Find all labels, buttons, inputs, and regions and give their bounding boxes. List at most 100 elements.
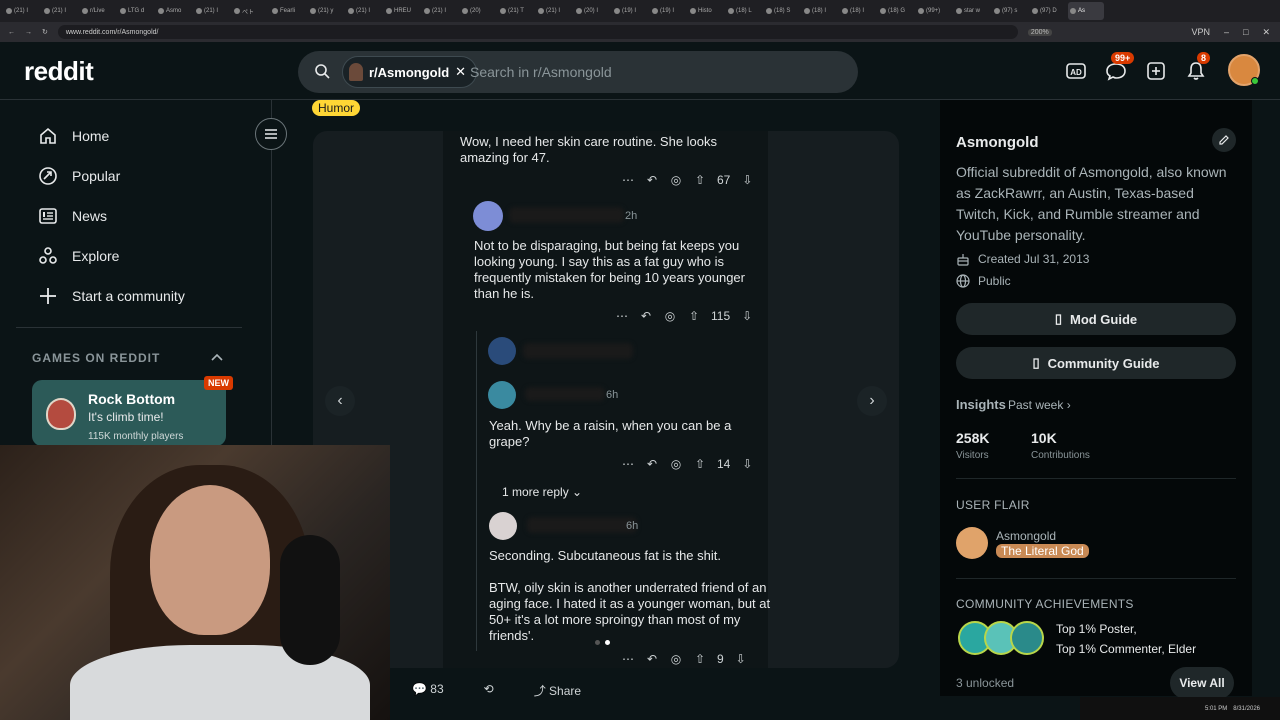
browser-tab[interactable]: ペト — [232, 2, 268, 20]
comments-button[interactable]: 💬 83 — [412, 682, 444, 699]
browser-tab[interactable]: Histo — [688, 2, 724, 20]
browser-tab[interactable]: (19) I — [612, 2, 648, 20]
nav-item-popular[interactable]: Popular — [38, 166, 120, 186]
close-icon[interactable]: ✕ — [455, 64, 466, 80]
search-input[interactable]: Search in r/Asmongold — [470, 64, 612, 80]
nav-item-start-community[interactable]: Start a community — [38, 286, 185, 306]
browser-tab[interactable]: (97) D — [1030, 2, 1066, 20]
achievement-badge[interactable] — [1010, 621, 1044, 655]
upvote-icon[interactable]: ⇧ — [693, 173, 707, 187]
webcam-face — [150, 485, 270, 635]
tab-favicon — [82, 8, 88, 14]
url-field[interactable]: www.reddit.com/r/Asmongold/ — [57, 25, 1018, 39]
award-icon[interactable]: ◎ — [669, 457, 683, 471]
browser-tab[interactable]: (21) I — [4, 2, 40, 20]
notification-bell-icon[interactable]: 8 — [1183, 52, 1211, 84]
subreddit-search-chip[interactable]: r/Asmongold ✕ — [342, 56, 478, 88]
post-flair[interactable]: Humor — [312, 100, 361, 116]
chat-icon[interactable]: 99+ — [1103, 52, 1135, 84]
browser-tab[interactable]: (18) I — [802, 2, 838, 20]
browser-tab[interactable]: (21) I — [422, 2, 458, 20]
more-replies-link[interactable]: 1 more reply ⌄ — [502, 484, 582, 500]
nav-item-home[interactable]: Home — [38, 126, 109, 146]
browser-tab[interactable]: (21) y — [308, 2, 344, 20]
nav-item-explore[interactable]: Explore — [38, 246, 119, 266]
user-flair-tag[interactable]: The Literal God — [996, 544, 1089, 558]
game-card[interactable]: Rock Bottom It's climb time! 115K monthl… — [32, 376, 233, 446]
browser-tab[interactable]: star w — [954, 2, 990, 20]
reply-icon[interactable]: ↶ — [639, 309, 653, 323]
edit-icon[interactable] — [1212, 128, 1236, 152]
award-icon[interactable]: ◎ — [663, 309, 677, 323]
browser-tab[interactable]: (18) L — [726, 2, 762, 20]
search-bar[interactable]: r/Asmongold ✕ Search in r/Asmongold — [298, 51, 858, 93]
browser-tab[interactable]: r/Live — [80, 2, 116, 20]
upvote-icon[interactable]: ⇧ — [693, 457, 707, 471]
browser-tab[interactable]: (20) I — [574, 2, 610, 20]
zoom-indicator[interactable]: 200% — [1027, 28, 1052, 36]
vpn-indicator[interactable]: VPN — [1191, 27, 1210, 38]
browser-tab[interactable]: LTG d — [118, 2, 154, 20]
reply-icon[interactable]: ↶ — [645, 457, 659, 471]
page-dot-active[interactable] — [605, 640, 610, 645]
browser-tab[interactable]: As — [1068, 2, 1104, 20]
more-icon[interactable]: ⋯ — [621, 652, 635, 666]
downvote-icon[interactable]: ⇩ — [740, 309, 754, 323]
games-section-title[interactable]: GAMES ON REDDIT — [32, 351, 160, 365]
reply-icon[interactable]: ↶ — [645, 173, 659, 187]
browser-tab[interactable]: (18) I — [840, 2, 876, 20]
collapse-sidebar-button[interactable] — [255, 118, 287, 150]
insights-period-link[interactable]: Past week › — [1008, 398, 1071, 412]
thread-line — [476, 331, 477, 651]
achievements-unlocked: 3 unlocked — [956, 676, 1015, 690]
more-icon[interactable]: ⋯ — [621, 173, 635, 187]
downvote-icon[interactable]: ⇩ — [740, 457, 754, 471]
comment-text: Seconding. Subcutaneous fat is the shit.… — [489, 548, 771, 643]
more-icon[interactable]: ⋯ — [621, 457, 635, 471]
browser-tab[interactable]: (21) I — [346, 2, 382, 20]
browser-tab[interactable]: (21) I — [194, 2, 230, 20]
browser-tab[interactable]: Asmo — [156, 2, 192, 20]
user-avatar[interactable] — [1228, 54, 1260, 86]
browser-tab[interactable]: (21) I — [536, 2, 572, 20]
back-icon[interactable]: ← — [8, 29, 15, 36]
community-guide-button[interactable]: ▯ Community Guide — [956, 347, 1236, 379]
chevron-up-icon[interactable] — [210, 350, 224, 364]
award-icon[interactable]: ◎ — [669, 652, 683, 666]
minimize-icon[interactable]: – — [1224, 27, 1229, 38]
downvote-icon[interactable]: ⇩ — [740, 173, 754, 187]
downvote-icon[interactable]: ⇩ — [734, 652, 748, 666]
share-button[interactable]: ⤴ Share — [534, 682, 581, 699]
divider — [956, 478, 1236, 479]
browser-tab[interactable]: (18) G — [878, 2, 914, 20]
view-all-button[interactable]: View All — [1170, 667, 1234, 699]
browser-tab[interactable]: (97) s — [992, 2, 1028, 20]
browser-tab[interactable]: HREU — [384, 2, 420, 20]
page-dot[interactable] — [595, 640, 600, 645]
browser-tab[interactable]: (99+) — [916, 2, 952, 20]
browser-tab[interactable]: (19) I — [650, 2, 686, 20]
browser-tab[interactable]: (21) T — [498, 2, 534, 20]
upvote-icon[interactable]: ⇧ — [687, 309, 701, 323]
award-button[interactable]: ⟲ — [484, 682, 494, 699]
maximize-icon[interactable]: □ — [1243, 27, 1248, 38]
reply-icon[interactable]: ↶ — [645, 652, 659, 666]
gallery-next-button[interactable]: › — [857, 386, 887, 416]
create-post-icon[interactable] — [1143, 58, 1169, 84]
browser-tab[interactable]: (18) S — [764, 2, 800, 20]
browser-tab[interactable]: (21) I — [42, 2, 78, 20]
browser-tab[interactable]: Fearli — [270, 2, 306, 20]
advertise-icon[interactable]: AD — [1063, 58, 1089, 84]
mod-guide-button[interactable]: ▯ Mod Guide — [956, 303, 1236, 335]
award-icon[interactable]: ◎ — [669, 173, 683, 187]
reddit-logo[interactable]: reddit — [24, 56, 94, 87]
nav-item-news[interactable]: News — [38, 206, 107, 226]
close-icon[interactable]: ✕ — [1262, 27, 1270, 38]
upvote-icon[interactable]: ⇧ — [693, 652, 707, 666]
left-sidebar: Home Popular News Explore Start a commun… — [0, 100, 272, 446]
forward-icon[interactable]: → — [25, 29, 32, 36]
more-icon[interactable]: ⋯ — [615, 309, 629, 323]
reload-icon[interactable]: ↻ — [42, 28, 48, 36]
gallery-prev-button[interactable]: ‹ — [325, 386, 355, 416]
browser-tab[interactable]: (20) — [460, 2, 496, 20]
